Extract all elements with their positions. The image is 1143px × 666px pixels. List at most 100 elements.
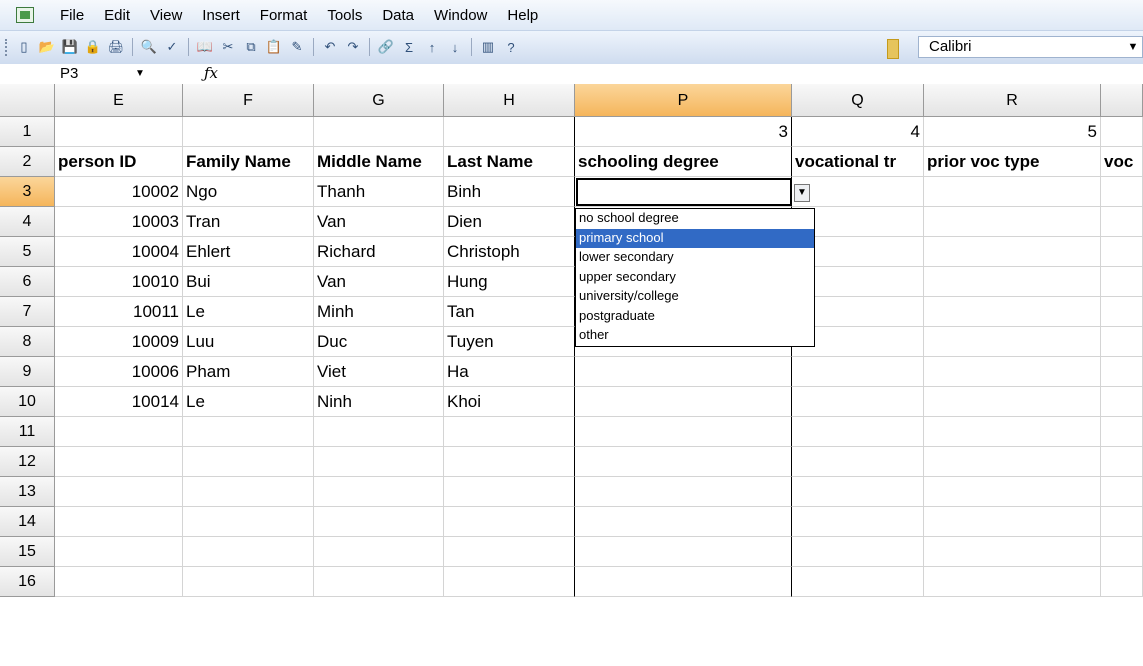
cell-s3[interactable] [1101, 177, 1143, 207]
cell-h14[interactable] [444, 507, 575, 537]
cell-r4[interactable] [924, 207, 1101, 237]
cell-r9[interactable] [924, 357, 1101, 387]
cell-p13[interactable] [575, 477, 792, 507]
cell-g2[interactable]: Middle Name [314, 147, 444, 177]
menu-format[interactable]: Format [260, 7, 308, 24]
cell-r16[interactable] [924, 567, 1101, 597]
row-header-13[interactable]: 13 [0, 477, 55, 507]
cell-f15[interactable] [183, 537, 314, 567]
cell-h7[interactable]: Tan [444, 297, 575, 327]
spelling-icon[interactable]: ✓ [162, 37, 182, 57]
row-header-12[interactable]: 12 [0, 447, 55, 477]
help-icon[interactable]: ? [501, 37, 521, 57]
cell-r6[interactable] [924, 267, 1101, 297]
permission-icon[interactable]: 🔒 [83, 37, 103, 57]
cell-q14[interactable] [792, 507, 924, 537]
cell-s9[interactable] [1101, 357, 1143, 387]
cell-s7[interactable] [1101, 297, 1143, 327]
cell-h3[interactable]: Binh [444, 177, 575, 207]
cell-g6[interactable]: Van [314, 267, 444, 297]
cell-f6[interactable]: Bui [183, 267, 314, 297]
cell-g4[interactable]: Van [314, 207, 444, 237]
cell-f8[interactable]: Luu [183, 327, 314, 357]
cell-r3[interactable] [924, 177, 1101, 207]
cell-g12[interactable] [314, 447, 444, 477]
chevron-down-icon[interactable]: ▼ [1124, 37, 1142, 57]
menu-tools[interactable]: Tools [327, 7, 362, 24]
function-icon[interactable]: ƒx [204, 64, 218, 82]
cell-h11[interactable] [444, 417, 575, 447]
cell-s12[interactable] [1101, 447, 1143, 477]
open-icon[interactable]: 📂 [37, 37, 57, 57]
cell-f7[interactable]: Le [183, 297, 314, 327]
cell-q10[interactable] [792, 387, 924, 417]
paste-icon[interactable]: 📋 [264, 37, 284, 57]
redo-icon[interactable]: ↷ [343, 37, 363, 57]
cell-r12[interactable] [924, 447, 1101, 477]
cell-e3[interactable]: 10002 [55, 177, 183, 207]
cell-p16[interactable] [575, 567, 792, 597]
cell-s15[interactable] [1101, 537, 1143, 567]
cell-r7[interactable] [924, 297, 1101, 327]
sort-desc-icon[interactable]: ↓ [445, 37, 465, 57]
cell-s13[interactable] [1101, 477, 1143, 507]
row-header-6[interactable]: 6 [0, 267, 55, 297]
cell-g3[interactable]: Thanh [314, 177, 444, 207]
column-header-q[interactable]: Q [792, 84, 924, 117]
cell-h5[interactable]: Christoph [444, 237, 575, 267]
cell-f12[interactable] [183, 447, 314, 477]
cell-q2[interactable]: vocational tr [792, 147, 924, 177]
dropdown-option[interactable]: university/college [576, 287, 814, 307]
cell-h10[interactable]: Khoi [444, 387, 575, 417]
autosum-icon[interactable]: Σ [399, 37, 419, 57]
cell-e12[interactable] [55, 447, 183, 477]
dropdown-option[interactable]: other [576, 326, 814, 346]
research-icon[interactable]: 📖 [195, 37, 215, 57]
print-icon[interactable]: 🖨 [106, 37, 126, 57]
cell-g11[interactable] [314, 417, 444, 447]
column-header-g[interactable]: G [314, 84, 444, 117]
chevron-down-icon[interactable]: ▼ [135, 65, 145, 83]
row-header-11[interactable]: 11 [0, 417, 55, 447]
cell-p10[interactable] [575, 387, 792, 417]
cell-p1[interactable]: 3 [575, 117, 792, 147]
cell-r10[interactable] [924, 387, 1101, 417]
cell-p11[interactable] [575, 417, 792, 447]
column-header-f[interactable]: F [183, 84, 314, 117]
row-header-2[interactable]: 2 [0, 147, 55, 177]
cell-q1[interactable]: 4 [792, 117, 924, 147]
cell-p15[interactable] [575, 537, 792, 567]
cell-r5[interactable] [924, 237, 1101, 267]
cell-e13[interactable] [55, 477, 183, 507]
cell-h8[interactable]: Tuyen [444, 327, 575, 357]
cell-s11[interactable] [1101, 417, 1143, 447]
cell-q9[interactable] [792, 357, 924, 387]
cell-h6[interactable]: Hung [444, 267, 575, 297]
chart-icon[interactable]: ▥ [478, 37, 498, 57]
cell-h1[interactable] [444, 117, 575, 147]
column-header-e[interactable]: E [55, 84, 183, 117]
font-name-select[interactable]: Calibri ▼ [918, 36, 1143, 58]
cell-e8[interactable]: 10009 [55, 327, 183, 357]
cell-e10[interactable]: 10014 [55, 387, 183, 417]
cell-s10[interactable] [1101, 387, 1143, 417]
cell-s16[interactable] [1101, 567, 1143, 597]
column-header-s[interactable] [1101, 84, 1143, 117]
row-header-1[interactable]: 1 [0, 117, 55, 147]
dropdown-option[interactable]: lower secondary [576, 248, 814, 268]
format-painter-icon[interactable]: ✎ [287, 37, 307, 57]
name-box[interactable]: P3 ▼ [60, 65, 175, 83]
row-header-10[interactable]: 10 [0, 387, 55, 417]
toolbar-options-button[interactable] [887, 39, 899, 59]
menu-insert[interactable]: Insert [202, 7, 240, 24]
cell-f4[interactable]: Tran [183, 207, 314, 237]
cell-f1[interactable] [183, 117, 314, 147]
dropdown-option[interactable]: upper secondary [576, 268, 814, 288]
dropdown-option[interactable]: no school degree [576, 209, 814, 229]
menu-view[interactable]: View [150, 7, 182, 24]
cell-r2[interactable]: prior voc type [924, 147, 1101, 177]
cell-r11[interactable] [924, 417, 1101, 447]
row-header-5[interactable]: 5 [0, 237, 55, 267]
cell-e5[interactable]: 10004 [55, 237, 183, 267]
select-all-corner[interactable] [0, 84, 55, 117]
